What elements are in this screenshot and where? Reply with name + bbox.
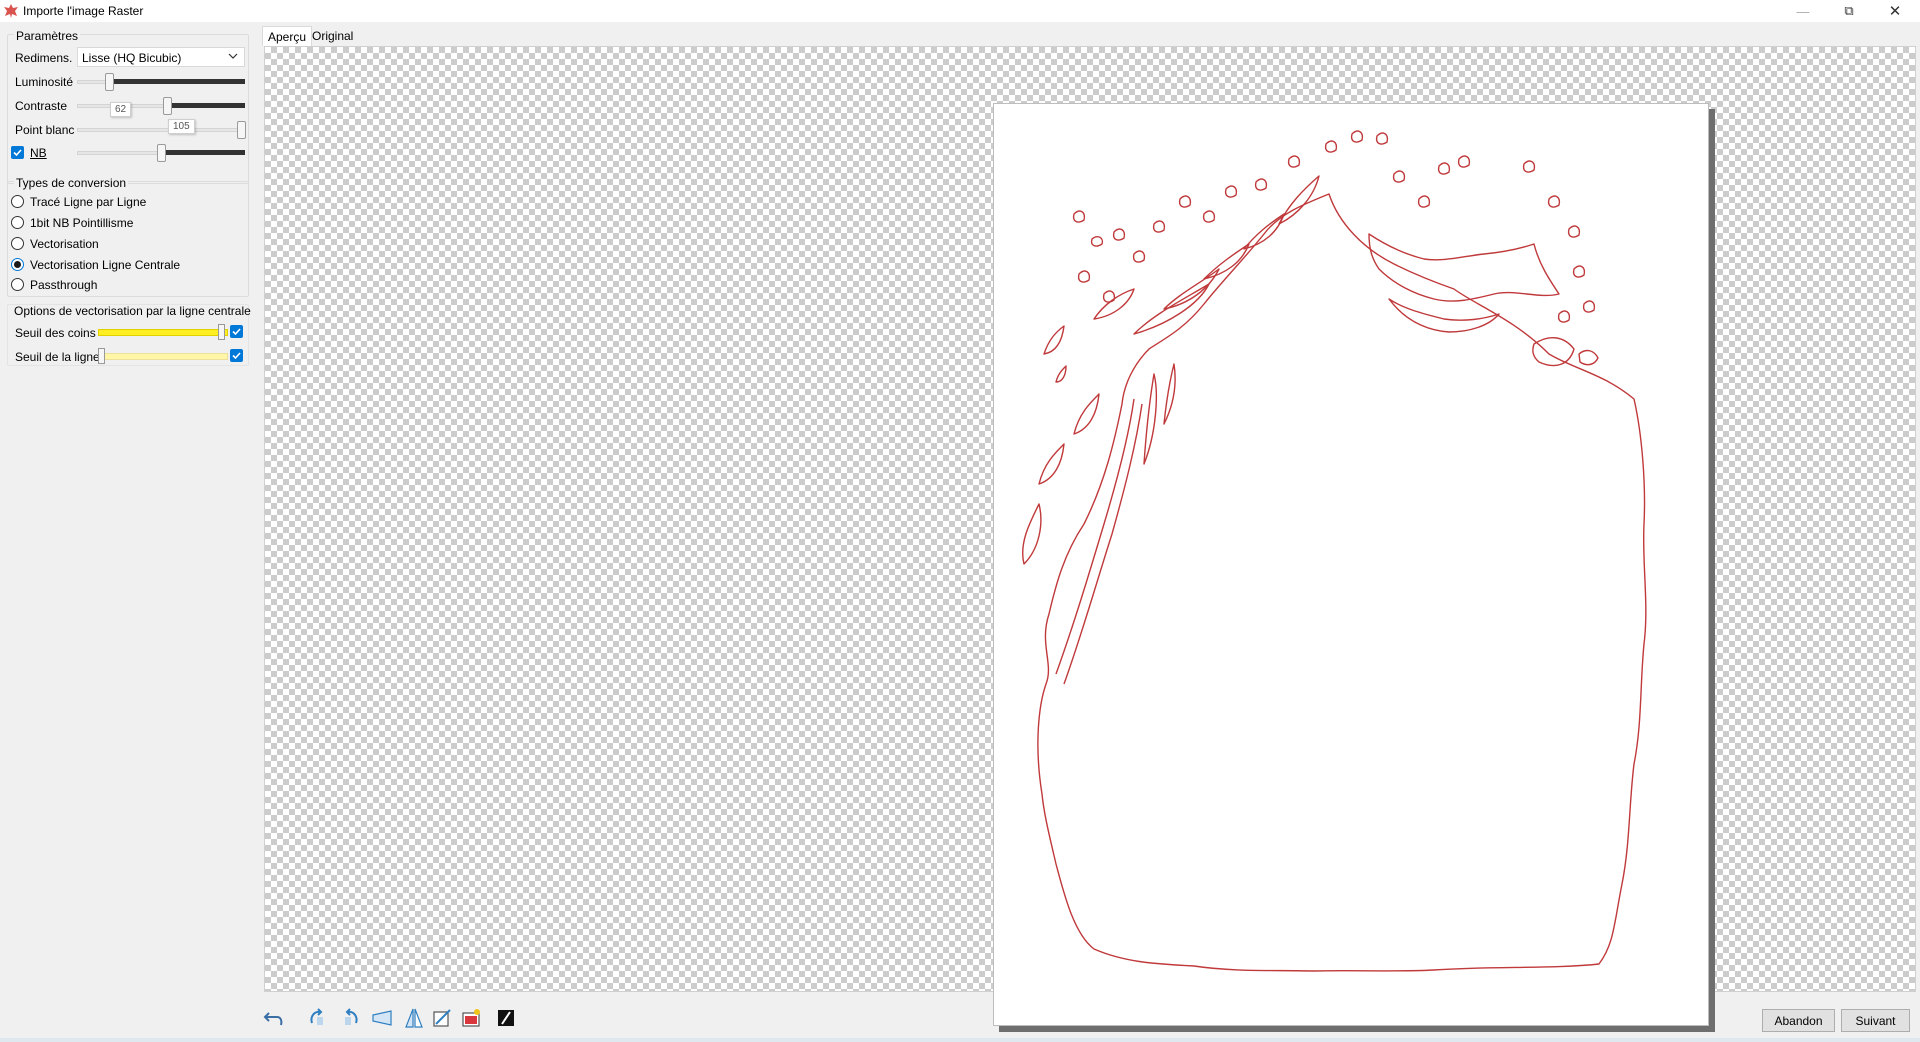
flip-horizontal-icon[interactable] <box>370 1006 394 1030</box>
abandon-button[interactable]: Abandon <box>1762 1009 1835 1032</box>
tab-original[interactable]: Original <box>307 26 358 46</box>
minimize-button[interactable]: — <box>1780 0 1826 22</box>
contraste-label: Contraste <box>15 99 68 113</box>
seuil-coins-thumb[interactable] <box>218 324 225 340</box>
luminosite-thumb[interactable] <box>105 73 114 91</box>
rotate-left-icon[interactable] <box>306 1006 330 1030</box>
bottom-edge <box>0 1038 1920 1042</box>
nb-thumb[interactable] <box>157 144 166 162</box>
suivant-button[interactable]: Suivant <box>1841 1009 1910 1032</box>
luminosite-label: Luminosité <box>15 75 74 89</box>
rotate-right-icon[interactable] <box>338 1006 362 1030</box>
radio-vectorisation-label[interactable]: Vectorisation <box>30 237 99 251</box>
chevron-down-icon <box>228 53 238 59</box>
contraste-value-tooltip: 62 <box>110 102 132 117</box>
centerline-title: Options de vectorisation par la ligne ce… <box>14 304 251 318</box>
seuil-ligne-slider[interactable] <box>98 348 228 364</box>
checkmark-icon <box>232 328 241 336</box>
flip-vertical-icon[interactable] <box>402 1006 426 1030</box>
radio-trace-ligne-label[interactable]: Tracé Ligne par Ligne <box>30 195 146 209</box>
seuil-ligne-thumb[interactable] <box>98 348 105 364</box>
settings-panel: Paramètres Redimens. Lisse (HQ Bicubic) … <box>0 22 256 1038</box>
window-title: Importe l'image Raster <box>23 4 144 18</box>
invert-icon[interactable] <box>494 1006 518 1030</box>
checkmark-icon <box>232 352 241 360</box>
paper-page <box>993 103 1709 1026</box>
point-blanc-slider[interactable] <box>77 121 246 139</box>
app-leaf-icon <box>4 4 18 18</box>
seuil-coins-label: Seuil des coins <box>15 326 96 340</box>
maximize-button[interactable]: ⧉ <box>1826 0 1872 22</box>
contraste-thumb[interactable] <box>163 97 172 115</box>
radio-1bit-nb[interactable] <box>11 216 24 229</box>
seuil-ligne-checkbox[interactable] <box>230 349 243 362</box>
traced-drawing <box>1022 130 1647 972</box>
undo-icon[interactable] <box>262 1006 286 1030</box>
radio-ligne-centrale-label[interactable]: Vectorisation Ligne Centrale <box>30 258 180 272</box>
luminosite-slider[interactable] <box>77 73 245 91</box>
radio-vectorisation[interactable] <box>11 237 24 250</box>
nb-slider[interactable] <box>77 144 245 162</box>
nb-checkbox[interactable] <box>11 146 24 159</box>
preview-canvas[interactable] <box>264 46 1916 1032</box>
point-blanc-value-tooltip: 105 <box>168 119 195 134</box>
color-picker-icon[interactable] <box>460 1006 484 1030</box>
parametres-title: Paramètres <box>14 29 81 43</box>
radio-trace-ligne[interactable] <box>11 195 24 208</box>
redimens-value: Lisse (HQ Bicubic) <box>82 51 182 65</box>
redimens-dropdown[interactable]: Lisse (HQ Bicubic) <box>77 47 245 67</box>
checkmark-icon <box>13 149 22 157</box>
radio-passthrough-label[interactable]: Passthrough <box>30 278 97 292</box>
radio-passthrough[interactable] <box>11 278 24 291</box>
tab-apercu[interactable]: Aperçu <box>262 26 313 46</box>
title-bar: Importe l'image Raster — ⧉ ✕ <box>0 0 1920 22</box>
point-blanc-label: Point blanc <box>15 123 75 137</box>
seuil-coins-slider[interactable] <box>98 324 228 340</box>
conversion-title: Types de conversion <box>14 176 129 190</box>
radio-1bit-nb-label[interactable]: 1bit NB Pointillisme <box>30 216 133 230</box>
redimens-label: Redimens. <box>15 51 73 65</box>
point-blanc-thumb[interactable] <box>237 121 246 139</box>
nb-label: NB <box>30 146 47 160</box>
radio-ligne-centrale[interactable] <box>11 258 24 271</box>
contraste-slider[interactable] <box>77 97 245 115</box>
seuil-ligne-label: Seuil de la ligne <box>15 350 100 364</box>
seuil-coins-checkbox[interactable] <box>230 325 243 338</box>
close-button[interactable]: ✕ <box>1872 0 1918 22</box>
crop-icon[interactable] <box>430 1006 454 1030</box>
